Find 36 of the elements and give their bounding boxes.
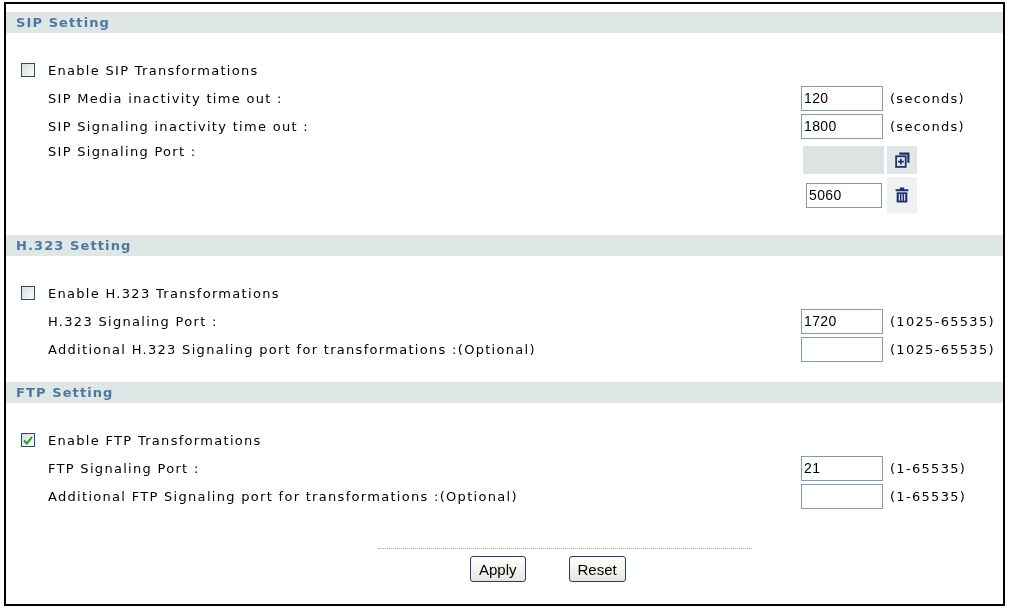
section-header: SIP Setting — [6, 12, 1003, 33]
unit-label: (seconds) — [889, 118, 966, 134]
checkbox-label: Enable FTP Transformations — [48, 432, 262, 448]
checkbox-label: Enable H.323 Transformations — [48, 285, 280, 301]
text-field[interactable]: 5060 — [806, 182, 882, 208]
checkbox[interactable] — [21, 433, 35, 447]
unit-label: (1025-65535) — [889, 313, 996, 329]
form-button[interactable]: Reset — [568, 556, 626, 582]
unit-label: (1-65535) — [889, 488, 968, 504]
field-label: H.323 Signaling Port : — [47, 313, 219, 329]
checkbox[interactable] — [21, 63, 35, 77]
field-label: SIP Signaling inactivity time out : — [47, 118, 310, 134]
text-field[interactable]: 21 — [801, 455, 883, 481]
add-icon — [894, 152, 910, 168]
text-field[interactable] — [801, 483, 883, 509]
unit-label: (seconds) — [889, 90, 966, 106]
text-field[interactable]: 1720 — [801, 308, 883, 334]
trash-icon — [895, 187, 909, 203]
checkbox[interactable] — [21, 286, 35, 300]
field-label: Additional H.323 Signaling port for transformations :(Optional) — [47, 341, 537, 357]
text-field[interactable]: 1800 — [801, 113, 883, 139]
field-label: FTP Signaling Port : — [47, 460, 201, 476]
field-label: Additional FTP Signaling port for transformations :(Optional) — [47, 488, 519, 504]
add-button[interactable] — [887, 146, 917, 174]
section-header: H.323 Setting — [6, 235, 1003, 256]
unit-label: (1025-65535) — [889, 341, 996, 357]
section-header: FTP Setting — [6, 382, 1003, 403]
unit-label: (1-65535) — [889, 460, 968, 476]
checkbox-label: Enable SIP Transformations — [48, 62, 259, 78]
text-field[interactable]: 120 — [801, 85, 883, 111]
form-button[interactable]: Apply — [470, 556, 526, 582]
text-field[interactable] — [801, 336, 883, 362]
field-label: SIP Signaling Port : — [47, 143, 198, 161]
tick-icon — [23, 435, 33, 445]
delete-button[interactable] — [887, 177, 917, 213]
field-label: SIP Media inactivity time out : — [47, 90, 284, 106]
